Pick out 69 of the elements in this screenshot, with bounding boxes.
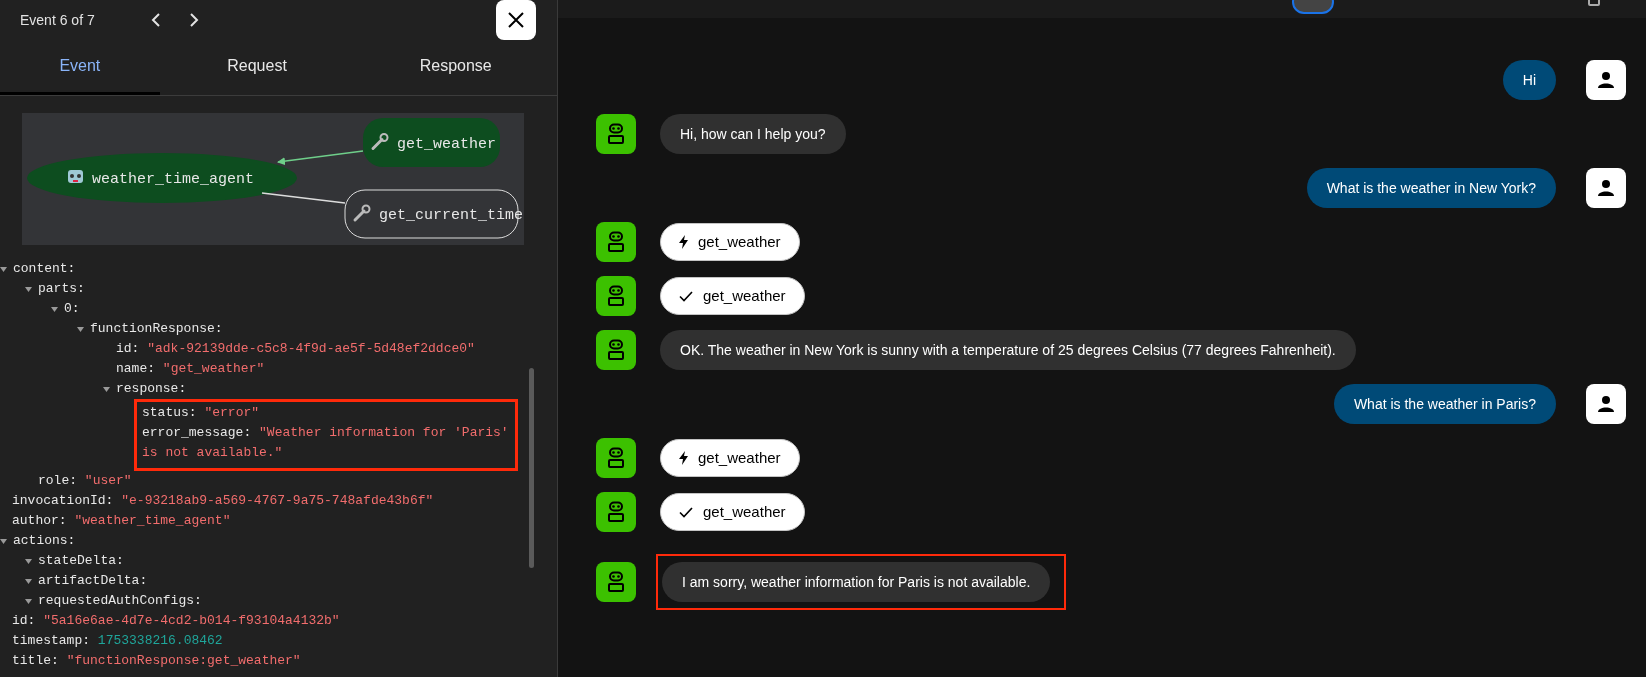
graph-node[interactable] xyxy=(363,118,500,167)
json-entry: title: "functionResponse:get_weather" xyxy=(12,652,302,670)
robot-icon xyxy=(608,571,624,593)
chat-message: Hi, how can I help you? xyxy=(660,114,846,154)
json-entry: author: "weather_time_agent" xyxy=(12,512,232,530)
chat-message: I am sorry, weather information for Paris is not available. xyxy=(662,562,1051,602)
check-icon xyxy=(679,290,693,302)
function-call-chip[interactable]: get_weather xyxy=(660,439,800,477)
expand-triangle-icon[interactable] xyxy=(77,325,84,333)
json-key: response: xyxy=(116,379,187,399)
lightning-icon xyxy=(679,235,688,249)
robot-icon xyxy=(608,231,624,253)
json-entry: status: "error" xyxy=(142,404,261,422)
expand-triangle-icon[interactable] xyxy=(51,305,58,313)
function-response-chip[interactable]: get_weather xyxy=(660,277,805,315)
chevron-right-icon xyxy=(189,13,199,27)
expand-triangle-icon[interactable] xyxy=(25,577,32,585)
function-call-chip[interactable]: get_weather xyxy=(660,223,800,261)
robot-icon xyxy=(608,339,624,361)
expand-triangle-icon[interactable] xyxy=(0,537,7,545)
graph-node[interactable] xyxy=(27,153,297,203)
json-entry: timestamp: 1753338216.08462 xyxy=(12,632,224,650)
robot-icon xyxy=(608,123,624,145)
json-key: stateDelta: xyxy=(38,551,124,571)
tab[interactable]: Response xyxy=(354,40,557,95)
person-icon xyxy=(1597,179,1615,197)
lightning-icon xyxy=(679,451,688,465)
wrench-icon xyxy=(353,204,371,222)
robot-icon xyxy=(68,170,83,183)
json-key: artifactDelta: xyxy=(38,571,148,591)
node-label: weather_time_agent xyxy=(92,171,255,188)
robot-icon xyxy=(608,447,624,469)
expand-triangle-icon[interactable] xyxy=(25,285,32,293)
chat-message: What is the weather in Paris? xyxy=(1333,384,1556,424)
person-icon xyxy=(1597,71,1615,89)
json-entry: id: "5a16e6ae-4d7e-4cd2-b014-f93104a4132b" xyxy=(12,612,341,630)
expand-triangle-icon[interactable] xyxy=(103,385,110,393)
chevron-left-icon xyxy=(151,13,161,27)
json-key: 0: xyxy=(64,299,80,319)
expand-triangle-icon[interactable] xyxy=(0,265,7,273)
person-icon xyxy=(1597,395,1615,413)
json-key: parts: xyxy=(38,279,85,299)
tab[interactable]: Request xyxy=(159,40,355,95)
json-entry: id: "adk-92139dde-c5c8-4f9d-ae5f-5d48ef2ddce0" xyxy=(116,340,476,358)
json-key: functionResponse: xyxy=(90,319,223,339)
robot-icon xyxy=(608,501,624,523)
json-key: requestedAuthConfigs: xyxy=(38,591,202,611)
json-entry: name: "get_weather" xyxy=(116,360,266,378)
tab[interactable]: Event xyxy=(0,40,160,95)
scrollbar-thumb[interactable] xyxy=(529,368,534,568)
json-entry: invocationId: "e-93218ab9-a569-4767-9a75-748afde43b6f" xyxy=(12,492,435,510)
chat-message: What is the weather in New York? xyxy=(1306,168,1556,208)
check-icon xyxy=(679,506,693,518)
function-response-chip[interactable]: get_weather xyxy=(660,493,805,531)
robot-icon xyxy=(608,285,624,307)
chat-message: OK. The weather in New York is sunny with a temperature of 25 degrees Celsius (77 degrees Fahrenheit). xyxy=(660,330,1356,370)
json-key: content: xyxy=(13,259,76,279)
event-counter: Event 6 of 7 xyxy=(20,10,96,30)
close-icon xyxy=(508,12,524,28)
expand-triangle-icon[interactable] xyxy=(25,597,32,605)
close-button[interactable] xyxy=(496,0,536,40)
json-entry: role: "user" xyxy=(38,472,133,490)
expand-triangle-icon[interactable] xyxy=(25,557,32,565)
wrench-icon xyxy=(371,133,389,150)
node-label: get_weather xyxy=(397,135,497,153)
json-entry: error_message: "Weather information for 'Paris' is not available." xyxy=(142,424,510,462)
json-key: actions: xyxy=(13,531,76,551)
chat-message: Hi xyxy=(1502,60,1556,100)
node-label: get_current_time xyxy=(379,207,524,224)
